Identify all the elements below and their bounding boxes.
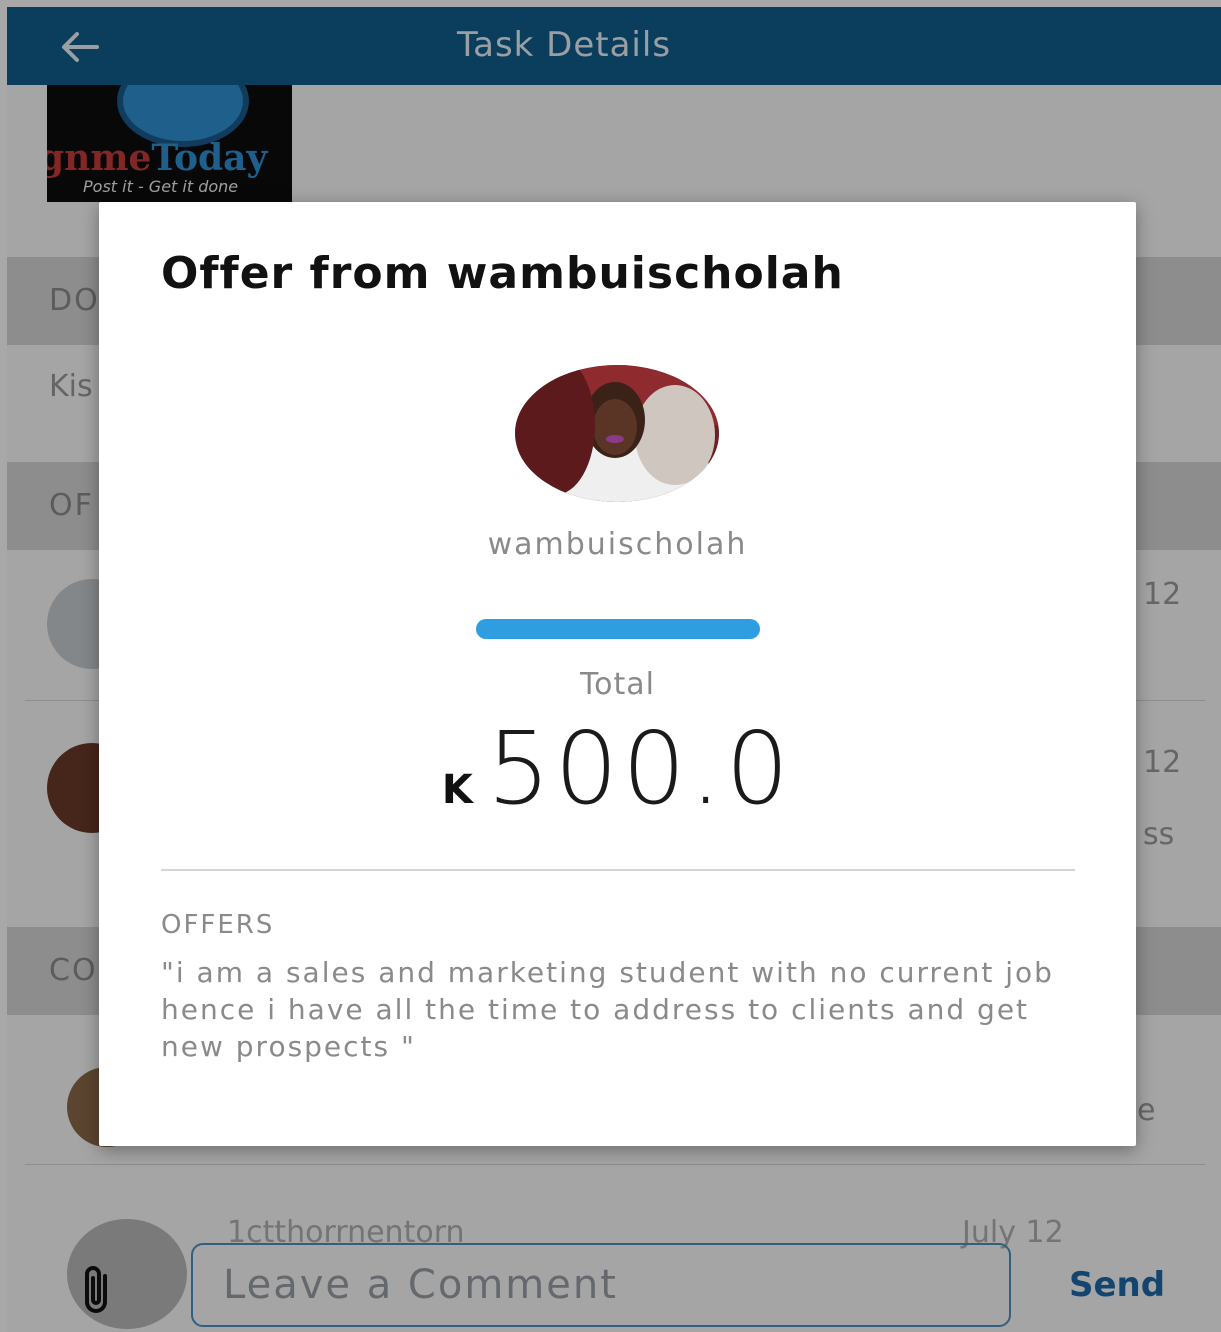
offerer-username: wambuischolah (487, 527, 748, 562)
rating-bar (476, 619, 760, 639)
dialog-title: Offer from wambuischolah (161, 248, 844, 299)
offer-amount: K 500.0 (99, 710, 1136, 827)
offer-dialog: Offer from wambuischolah wambuischolah T… (99, 202, 1136, 1146)
dialog-divider (161, 869, 1075, 871)
offerer-avatar (515, 365, 719, 502)
currency-symbol: K (441, 767, 473, 813)
total-label: Total (579, 667, 656, 702)
amount-value: 500.0 (486, 710, 794, 827)
offers-label: OFFERS (161, 910, 275, 940)
offer-message: "i am a sales and marketing student with… (161, 956, 1054, 1063)
